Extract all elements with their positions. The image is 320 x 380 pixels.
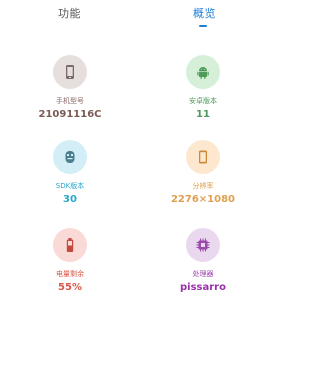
screen-icon — [199, 150, 207, 164]
card-resolution: 分辨率 2276×1080 — [143, 140, 263, 230]
sdk-version-icon-circle — [53, 140, 87, 174]
phone-model-value: 21091116C — [38, 109, 102, 120]
card-battery: 电量剩余 55% — [10, 228, 130, 318]
battery-icon-circle — [53, 228, 87, 262]
cpu-icon — [196, 238, 210, 252]
resolution-icon-circle — [186, 140, 220, 174]
tab-indicator — [199, 25, 207, 27]
resolution-value: 2276×1080 — [170, 194, 236, 205]
sdk-version-value: 30 — [63, 194, 77, 205]
tab-functions[interactable]: 功能 — [58, 6, 81, 22]
battery-icon — [66, 238, 74, 252]
phone-icon — [66, 65, 74, 79]
resolution-label: 分辨率 — [192, 182, 214, 190]
card-sdk-version: SDK版本 30 — [10, 140, 130, 230]
android-icon — [197, 67, 209, 79]
processor-value: pissarro — [180, 282, 226, 293]
android-version-icon-circle — [186, 55, 220, 89]
card-phone-model: 手机型号 21091116C — [10, 55, 130, 145]
sdk-icon — [65, 151, 75, 163]
tab-overview[interactable]: 概览 — [193, 6, 216, 22]
battery-label: 电量剩余 — [56, 270, 84, 278]
android-version-label: 安卓版本 — [189, 97, 217, 105]
processor-label: 处理器 — [192, 270, 214, 278]
android-version-value: 11 — [196, 109, 210, 120]
phone-model-icon-circle — [53, 55, 87, 89]
battery-value: 55% — [58, 282, 82, 293]
sdk-version-label: SDK版本 — [55, 182, 85, 190]
processor-icon-circle — [186, 228, 220, 262]
card-processor: 处理器 pissarro — [143, 228, 263, 318]
phone-model-label: 手机型号 — [56, 97, 84, 105]
card-android-version: 安卓版本 11 — [143, 55, 263, 145]
tab-bar: 功能 概览 — [0, 0, 270, 36]
